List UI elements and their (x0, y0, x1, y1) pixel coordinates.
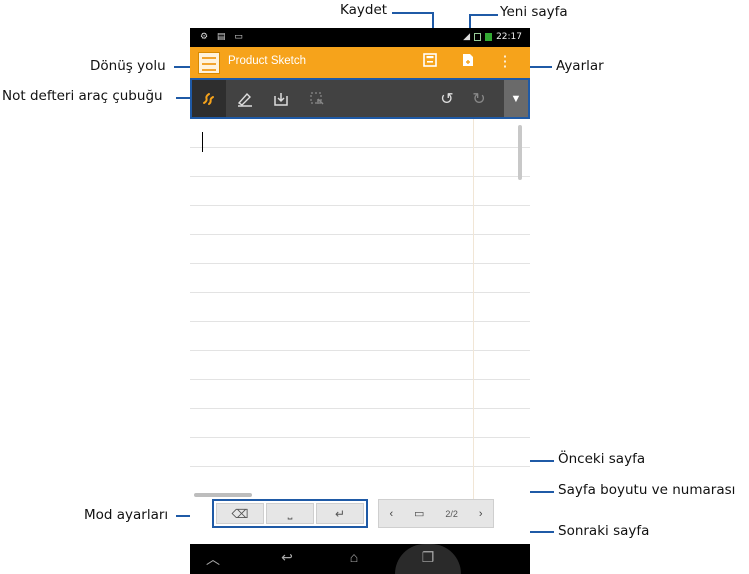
status-bar: ⚙ ▤ ▭ ◢ 22:17 (190, 28, 530, 47)
recent-apps-button: ❐ (395, 544, 461, 574)
overflow-menu-icon[interactable]: ⋮ (496, 53, 514, 71)
callout-line-return-path (174, 66, 190, 68)
bottom-controls: ⌫ ⎵ ↵ ‹ ▭ 2/2 › (190, 499, 530, 544)
next-page-icon[interactable]: › (479, 508, 483, 520)
ruled-line (190, 408, 530, 409)
callout-new-page: Yeni sayfa (500, 4, 568, 20)
space-icon[interactable]: ⎵ (266, 503, 314, 524)
ruled-line (190, 379, 530, 380)
page-size-icon[interactable]: ▭ (414, 507, 424, 520)
backspace-icon[interactable]: ⌫ (216, 503, 264, 524)
ruled-line (190, 176, 530, 177)
chevron-up-icon[interactable]: ︿ (201, 549, 225, 569)
mode-settings: ⌫ ⎵ ↵ (212, 499, 368, 528)
ruled-line (190, 437, 530, 438)
callout-page-size-number: Sayfa boyutu ve numarası (558, 482, 736, 498)
note-page[interactable] (190, 119, 530, 499)
ruled-line (190, 147, 530, 148)
home-icon[interactable]: ⌂ (342, 549, 366, 565)
new-page-icon[interactable] (459, 53, 477, 72)
callout-save: Kaydet (340, 2, 388, 18)
page-number[interactable]: 2/2 (445, 509, 458, 519)
status-notification-icons: ⚙ ▤ ▭ (200, 32, 246, 42)
app-bar: Product Sketch ⋮ (190, 47, 530, 78)
toolbar-dropdown-icon[interactable]: ▼ (504, 80, 528, 117)
wifi-icon: ◢ (463, 32, 471, 42)
ruled-line (190, 234, 530, 235)
callout-notebook-toolbar: Not defteri araç çubuğu (2, 88, 163, 104)
device-screen: ⚙ ▤ ▭ ◢ 22:17 Product Sketch ⋮ ↺ ↻ ▼ ⌫ ⎵… (190, 28, 530, 574)
page-navigation: ‹ ▭ 2/2 › (378, 499, 494, 528)
callout-line-notebook-toolbar (176, 97, 190, 99)
previous-page-icon[interactable]: ‹ (389, 508, 393, 520)
status-time: 22:17 (496, 32, 522, 42)
select-icon[interactable] (300, 80, 334, 117)
handwrite-icon[interactable] (192, 80, 226, 117)
vertical-scrollbar[interactable] (518, 125, 522, 180)
redo-icon[interactable]: ↻ (462, 80, 496, 117)
callout-next-page: Sonraki sayfa (558, 523, 650, 539)
callout-line-save (392, 12, 434, 14)
recent-apps-icon[interactable]: ❐ (416, 549, 440, 566)
save-icon[interactable] (421, 53, 439, 72)
ruled-line (190, 205, 530, 206)
notebook-title[interactable]: Product Sketch (228, 55, 306, 67)
enter-icon[interactable]: ↵ (316, 503, 364, 524)
horizontal-scrollbar[interactable] (194, 493, 252, 497)
text-cursor (202, 132, 203, 152)
callout-return-path: Dönüş yolu (90, 58, 166, 74)
system-nav-bar: ︿ ↩ ⌂ ❐ (190, 544, 530, 574)
notebook-logo-icon[interactable] (198, 52, 220, 74)
back-icon[interactable]: ↩ (275, 549, 299, 566)
signal-icon (474, 33, 482, 41)
notebook-toolbar: ↺ ↻ ▼ (190, 78, 530, 119)
pen-icon[interactable] (228, 80, 262, 117)
callout-line-new-page (470, 14, 498, 16)
ruled-line (190, 263, 530, 264)
margin-line (473, 119, 474, 499)
ruled-line (190, 292, 530, 293)
callout-previous-page: Önceki sayfa (558, 451, 646, 467)
ruled-line (190, 350, 530, 351)
undo-icon[interactable]: ↺ (430, 80, 464, 117)
ruled-line (190, 466, 530, 467)
battery-icon (485, 33, 493, 41)
insert-icon[interactable] (264, 80, 298, 117)
ruled-line (190, 321, 530, 322)
callout-settings: Ayarlar (556, 58, 604, 74)
callout-mode-settings: Mod ayarları (84, 507, 169, 523)
status-system-icons: ◢ 22:17 (463, 32, 522, 42)
